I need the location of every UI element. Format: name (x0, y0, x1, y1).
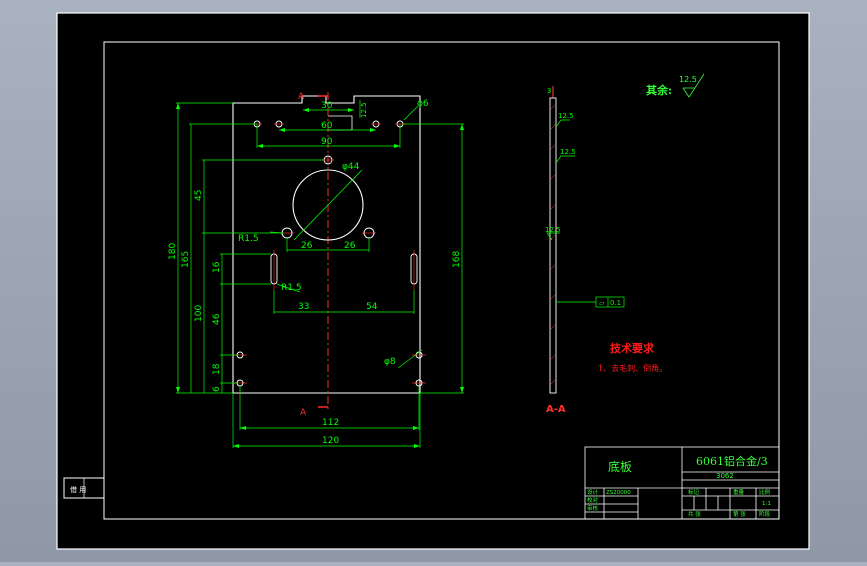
rest-roughness-value: 12.5 (679, 75, 697, 84)
dim-100: 100 (194, 305, 204, 322)
dim-45: 45 (194, 190, 204, 201)
rest-roughness-label: 其余: (646, 83, 672, 97)
left-label: 借 用 (70, 485, 86, 494)
dim-26-right: 26 (344, 241, 356, 251)
flatness-symbol: ⏥ (599, 299, 605, 307)
dim-6: 6 (212, 386, 222, 392)
dim-120: 120 (322, 436, 339, 446)
tb-check-label: 校对 (587, 496, 599, 504)
dim-30: 30 (321, 101, 333, 111)
part-name: 底板 (608, 459, 632, 474)
tech-req-item: 1、去毛刺、倒角。 (598, 363, 667, 373)
tb-review-label: 审核 (587, 504, 599, 512)
dim-33: 33 (298, 302, 309, 312)
dim-60: 60 (321, 121, 333, 131)
section-rough-1: 12.5 (558, 112, 574, 120)
drawing-number: 3062 (716, 472, 734, 480)
dim-16: 16 (212, 261, 222, 273)
dim-180: 180 (168, 243, 178, 260)
tb-scale: 1:1 (762, 501, 771, 507)
section-top-dim: 3 (547, 87, 551, 95)
dim-165: 165 (181, 251, 191, 268)
dim-phi44: φ44 (342, 162, 360, 172)
section-title: A-A (546, 404, 566, 415)
tb-design-label: 设计 (587, 488, 599, 496)
section-mark-bottom: A (300, 408, 307, 418)
dim-46: 46 (212, 313, 222, 325)
tb-count: 共 张 (688, 510, 701, 518)
tb-designer: ZS20000 (606, 490, 631, 496)
tb-stage: 阶段 (759, 510, 771, 518)
dim-26-left: 26 (301, 241, 313, 251)
dim-phi6: φ6 (417, 99, 429, 109)
section-rough-3: 12.5 (545, 226, 561, 234)
rough-top-notch: 12.5 (360, 102, 368, 118)
material: 6061铝合金/3 (696, 454, 768, 468)
dim-phi8: φ8 (384, 357, 396, 367)
dim-90: 90 (321, 137, 333, 147)
dim-168: 168 (452, 251, 462, 268)
dim-112: 112 (322, 418, 339, 428)
sheet-outer-border (56, 12, 810, 550)
flatness-value: 0.1 (610, 299, 621, 307)
tb-mark: 标记 (688, 488, 700, 496)
tech-req-title: 技术要求 (610, 341, 655, 355)
tb-weight: 重量 (733, 488, 745, 496)
cad-drawing-viewport[interactable]: 借 用 A A 30 60 90 φ44 26 26 33 54 112 120… (0, 0, 867, 562)
drawing-canvas: 借 用 A A 30 60 90 φ44 26 26 33 54 112 120… (56, 12, 810, 550)
tb-sheet: 第 张 (733, 510, 746, 518)
dim-54: 54 (366, 302, 378, 312)
section-mark-top: A (298, 92, 305, 102)
tb-scale-label: 比例 (759, 488, 771, 496)
section-rough-2: 12.5 (560, 148, 576, 156)
dim-18: 18 (212, 363, 222, 375)
dim-r15-a: R1.5 (238, 234, 259, 244)
dim-r15-b: R1.5 (281, 283, 302, 293)
